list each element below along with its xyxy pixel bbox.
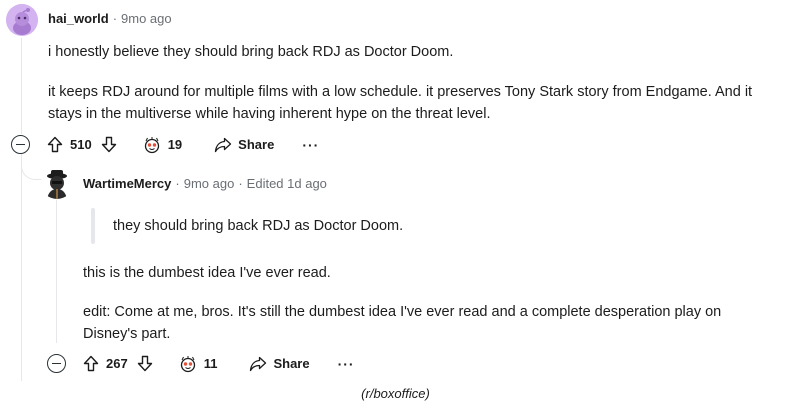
vote-count: 267 [106, 356, 128, 371]
downvote-icon[interactable] [136, 355, 154, 373]
separator-dot: · [112, 11, 118, 26]
share-label: Share [238, 137, 275, 152]
share-icon [215, 137, 232, 152]
timestamp[interactable]: 9mo ago [121, 11, 172, 26]
thread-line[interactable] [56, 200, 57, 343]
comment-thread: hai_world · 9mo ago i honestly believe the… [0, 0, 791, 381]
share-icon [250, 356, 267, 371]
more-options-button[interactable]: ··· [302, 137, 319, 153]
timestamp[interactable]: 9mo ago [184, 176, 235, 191]
avatar[interactable] [41, 167, 73, 199]
award-count: 19 [167, 137, 183, 152]
snoo-avatar-icon [6, 4, 38, 36]
separator-dot: · [238, 176, 243, 191]
award-button[interactable]: 11 [178, 355, 226, 373]
comment-paragraph: it keeps RDJ around for multiple films w… [48, 84, 753, 122]
award-count: 11 [203, 356, 218, 371]
award-icon [180, 355, 195, 372]
comment-paragraph: this is the dumbest idea I've ever read. [83, 265, 331, 281]
image-caption: (r/boxoffice) [361, 386, 430, 401]
award-button[interactable]: 19 [142, 136, 190, 154]
comment-paragraph: edit: Come at me, bros. It's still the d… [83, 304, 722, 342]
award-icon [144, 136, 159, 153]
upvote-icon[interactable] [82, 355, 100, 373]
share-button[interactable]: Share [214, 137, 274, 153]
thread-line[interactable] [21, 156, 22, 381]
collapse-thread-button[interactable] [11, 135, 30, 154]
thread-line[interactable] [21, 38, 22, 134]
comment-meta: hai_world · 9mo ago [48, 11, 172, 26]
vote-count: 510 [70, 137, 92, 152]
comment-meta: WartimeMercy · 9mo ago · Edited 1d ago [83, 176, 327, 191]
username[interactable]: WartimeMercy [83, 176, 171, 191]
avatar[interactable] [6, 4, 38, 36]
comment-action-bar: 510 19 Share ··· [11, 135, 319, 154]
edited-label: Edited 1d ago [246, 176, 327, 191]
share-label: Share [273, 356, 310, 371]
more-options-button[interactable]: ··· [338, 356, 355, 372]
blockquote-bar [91, 208, 95, 244]
comment-paragraph: i honestly believe they should bring bac… [48, 44, 454, 60]
upvote-icon[interactable] [46, 136, 64, 154]
separator-dot: · [175, 176, 180, 191]
snoo-avatar-icon [47, 170, 67, 199]
share-button[interactable]: Share [249, 356, 310, 372]
collapse-thread-button[interactable] [47, 354, 66, 373]
comment-action-bar: 267 11 Share ··· [47, 354, 355, 373]
username[interactable]: hai_world [48, 11, 109, 26]
downvote-icon[interactable] [100, 136, 118, 154]
blockquote-text: they should bring back RDJ as Doctor Doo… [113, 218, 404, 234]
